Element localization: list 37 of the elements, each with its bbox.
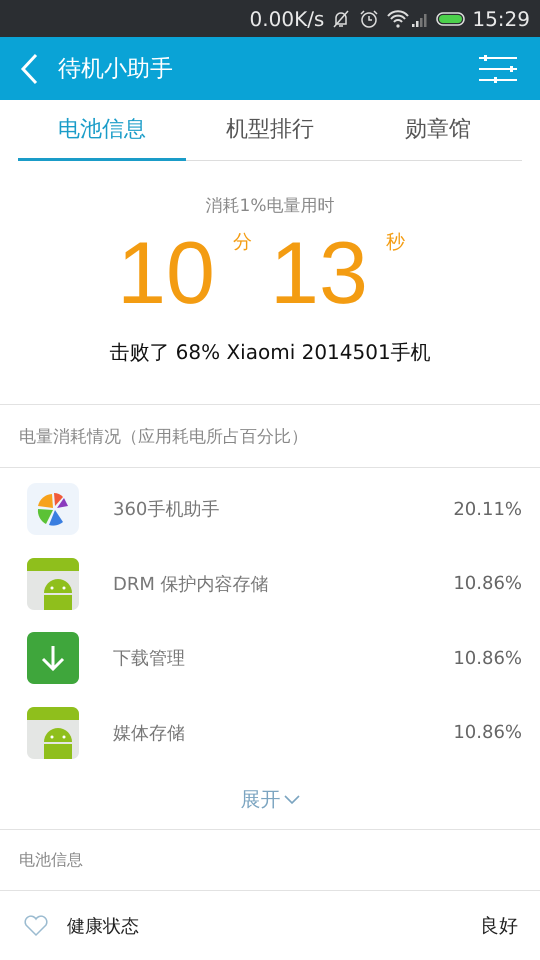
seconds-unit: 秒 <box>386 230 405 255</box>
app-icon <box>26 482 80 536</box>
network-speed: 0.00K/s <box>250 6 324 30</box>
section-heading: 电量消耗情况（应用耗电所占百分比） <box>19 426 308 448</box>
app-row[interactable]: DRM 保护内容存储 10.86% <box>0 546 540 621</box>
android-robot-icon <box>26 556 80 611</box>
usage-percent: 10.86% <box>453 573 522 594</box>
tab[interactable]: 勋章馆 <box>354 100 522 161</box>
health-value: 良好 <box>480 914 518 939</box>
page-title: 待机小助手 <box>58 55 173 84</box>
seconds-value: 13 <box>270 222 368 324</box>
ranking-text: 击败了 68% Xiaomi 2014501手机 <box>109 339 431 366</box>
tab[interactable]: 电池信息 <box>18 100 186 161</box>
clock: 15:29 <box>472 6 530 30</box>
settings-icon[interactable] <box>478 54 518 84</box>
section-heading: 电池信息 <box>19 850 83 870</box>
health-label: 健康状态 <box>67 915 139 938</box>
usage-percent: 20.11% <box>453 498 522 520</box>
app-name: 媒体存储 <box>113 722 185 745</box>
app-name: 360手机助手 <box>113 498 220 522</box>
caption: 消耗1%电量用时 <box>206 195 334 217</box>
chevron-down-icon <box>284 794 300 804</box>
battery-icon <box>436 10 466 26</box>
alarm-icon <box>358 8 380 30</box>
app-row[interactable]: 媒体存储 10.86% <box>0 696 540 770</box>
app-name: 下载管理 <box>113 647 185 670</box>
download-icon <box>26 631 80 686</box>
android-robot-icon <box>26 706 80 760</box>
usage-percent: 10.86% <box>453 722 522 744</box>
app-name: DRM 保护内容存储 <box>113 572 269 596</box>
minutes-unit: 分 <box>233 230 252 255</box>
usage-percent: 10.86% <box>453 648 522 669</box>
app-row[interactable]: 360手机助手 20.11% <box>0 472 540 546</box>
heart-icon <box>23 914 49 938</box>
tab[interactable]: 机型排行 <box>186 100 354 161</box>
app-row[interactable]: 下载管理 10.86% <box>0 621 540 696</box>
minutes-value: 10 <box>117 222 215 324</box>
